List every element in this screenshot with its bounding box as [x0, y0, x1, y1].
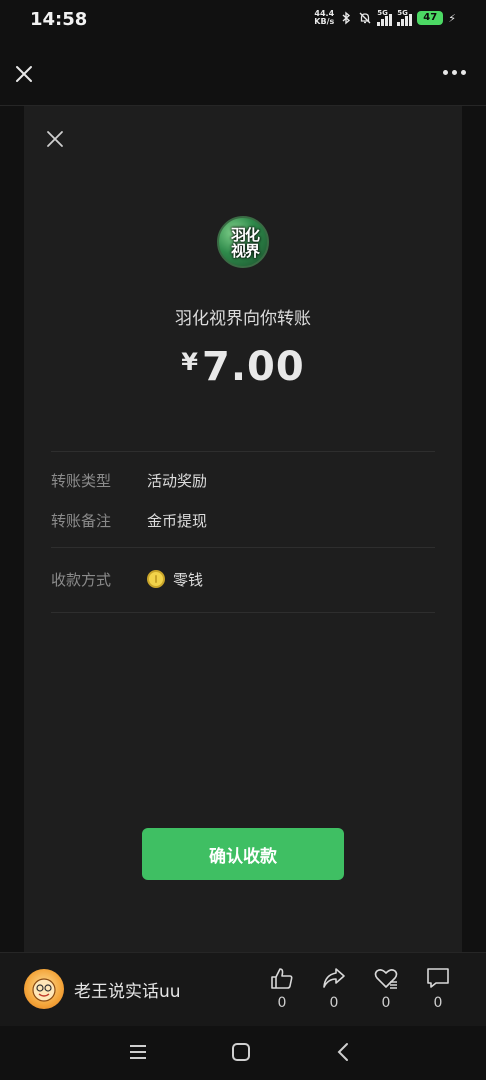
home-icon[interactable]: [229, 1040, 253, 1064]
payer-avatar-line1: 羽化: [230, 226, 260, 244]
top-nav: [0, 44, 486, 106]
status-icons: 44.4 KB/s 5G 5G 47 ⚡: [314, 9, 456, 26]
share-icon: [323, 968, 345, 988]
detail-label: 转账备注: [51, 511, 112, 530]
signal1-label: 5G: [377, 9, 388, 17]
payment-method-row[interactable]: 收款方式 零钱: [51, 567, 435, 591]
confirm-receive-button[interactable]: 确认收款: [142, 828, 344, 880]
coin-icon: [147, 570, 165, 588]
detail-row-remark: 转账备注 金币提现: [51, 508, 435, 532]
payer-avatar: 羽化 视界: [217, 216, 269, 268]
author-name[interactable]: 老王说实话uu: [74, 977, 181, 1002]
comment-icon: [427, 968, 449, 988]
share-count: 0: [329, 995, 339, 1011]
signal-icon-2: 5G: [397, 9, 413, 26]
bluetooth-icon: [342, 11, 351, 25]
thumbs-up-icon: [271, 968, 293, 989]
author-avatar[interactable]: [24, 969, 64, 1009]
battery-icon: 47: [417, 11, 444, 25]
detail-value: 活动奖励: [147, 471, 208, 490]
comment-count: 0: [433, 995, 443, 1011]
detail-row-type: 转账类型 活动奖励: [51, 468, 435, 492]
share-button[interactable]: 0: [316, 965, 352, 1011]
payer-avatar-line2: 视界: [230, 242, 260, 260]
favorite-count: 0: [381, 995, 391, 1011]
favorite-button[interactable]: 0: [368, 965, 404, 1011]
like-button[interactable]: 0: [264, 965, 300, 1011]
network-speed-unit: KB/s: [314, 17, 335, 26]
close-icon[interactable]: [12, 62, 36, 86]
heart-icon: [374, 969, 398, 989]
card-close-icon[interactable]: [46, 130, 64, 148]
like-count: 0: [277, 995, 287, 1011]
signal2-label: 5G: [397, 9, 408, 17]
transfer-title: 羽化视界向你转账: [175, 309, 311, 329]
payment-method-value: 零钱: [173, 570, 204, 589]
charging-icon: ⚡: [448, 11, 456, 25]
back-icon[interactable]: [332, 1040, 356, 1064]
system-nav-bar: [0, 1026, 486, 1080]
more-icon[interactable]: [443, 70, 466, 75]
payment-method-value-wrap: 零钱: [147, 569, 203, 590]
payment-method-label: 收款方式: [51, 570, 112, 589]
recents-icon[interactable]: [126, 1040, 150, 1064]
amount-value: 7.00: [202, 344, 305, 390]
bottom-action-bar: 老王说实话uu 0 0 0 0: [0, 952, 486, 1026]
author-face-icon: [32, 978, 56, 1002]
currency-symbol: ¥: [181, 348, 198, 376]
status-bar: 14:58 44.4 KB/s 5G 5G 47 ⚡: [0, 0, 486, 40]
detail-value: 金币提现: [147, 511, 208, 530]
payer-avatar-text: 羽化 视界: [219, 218, 271, 266]
transfer-amount: ¥7.00: [24, 344, 462, 390]
signal-icon: 5G: [377, 9, 393, 26]
network-speed: 44.4 KB/s: [314, 10, 334, 26]
divider: [51, 547, 435, 548]
divider: [51, 612, 435, 613]
transfer-card: 羽化 视界 羽化视界向你转账 ¥7.00 转账类型 活动奖励 转账备注 金币提现…: [24, 106, 462, 952]
mute-bell-icon: [359, 12, 371, 24]
status-time: 14:58: [30, 9, 88, 30]
detail-label: 转账类型: [51, 471, 112, 490]
comment-button[interactable]: 0: [420, 965, 456, 1011]
divider: [51, 451, 435, 452]
